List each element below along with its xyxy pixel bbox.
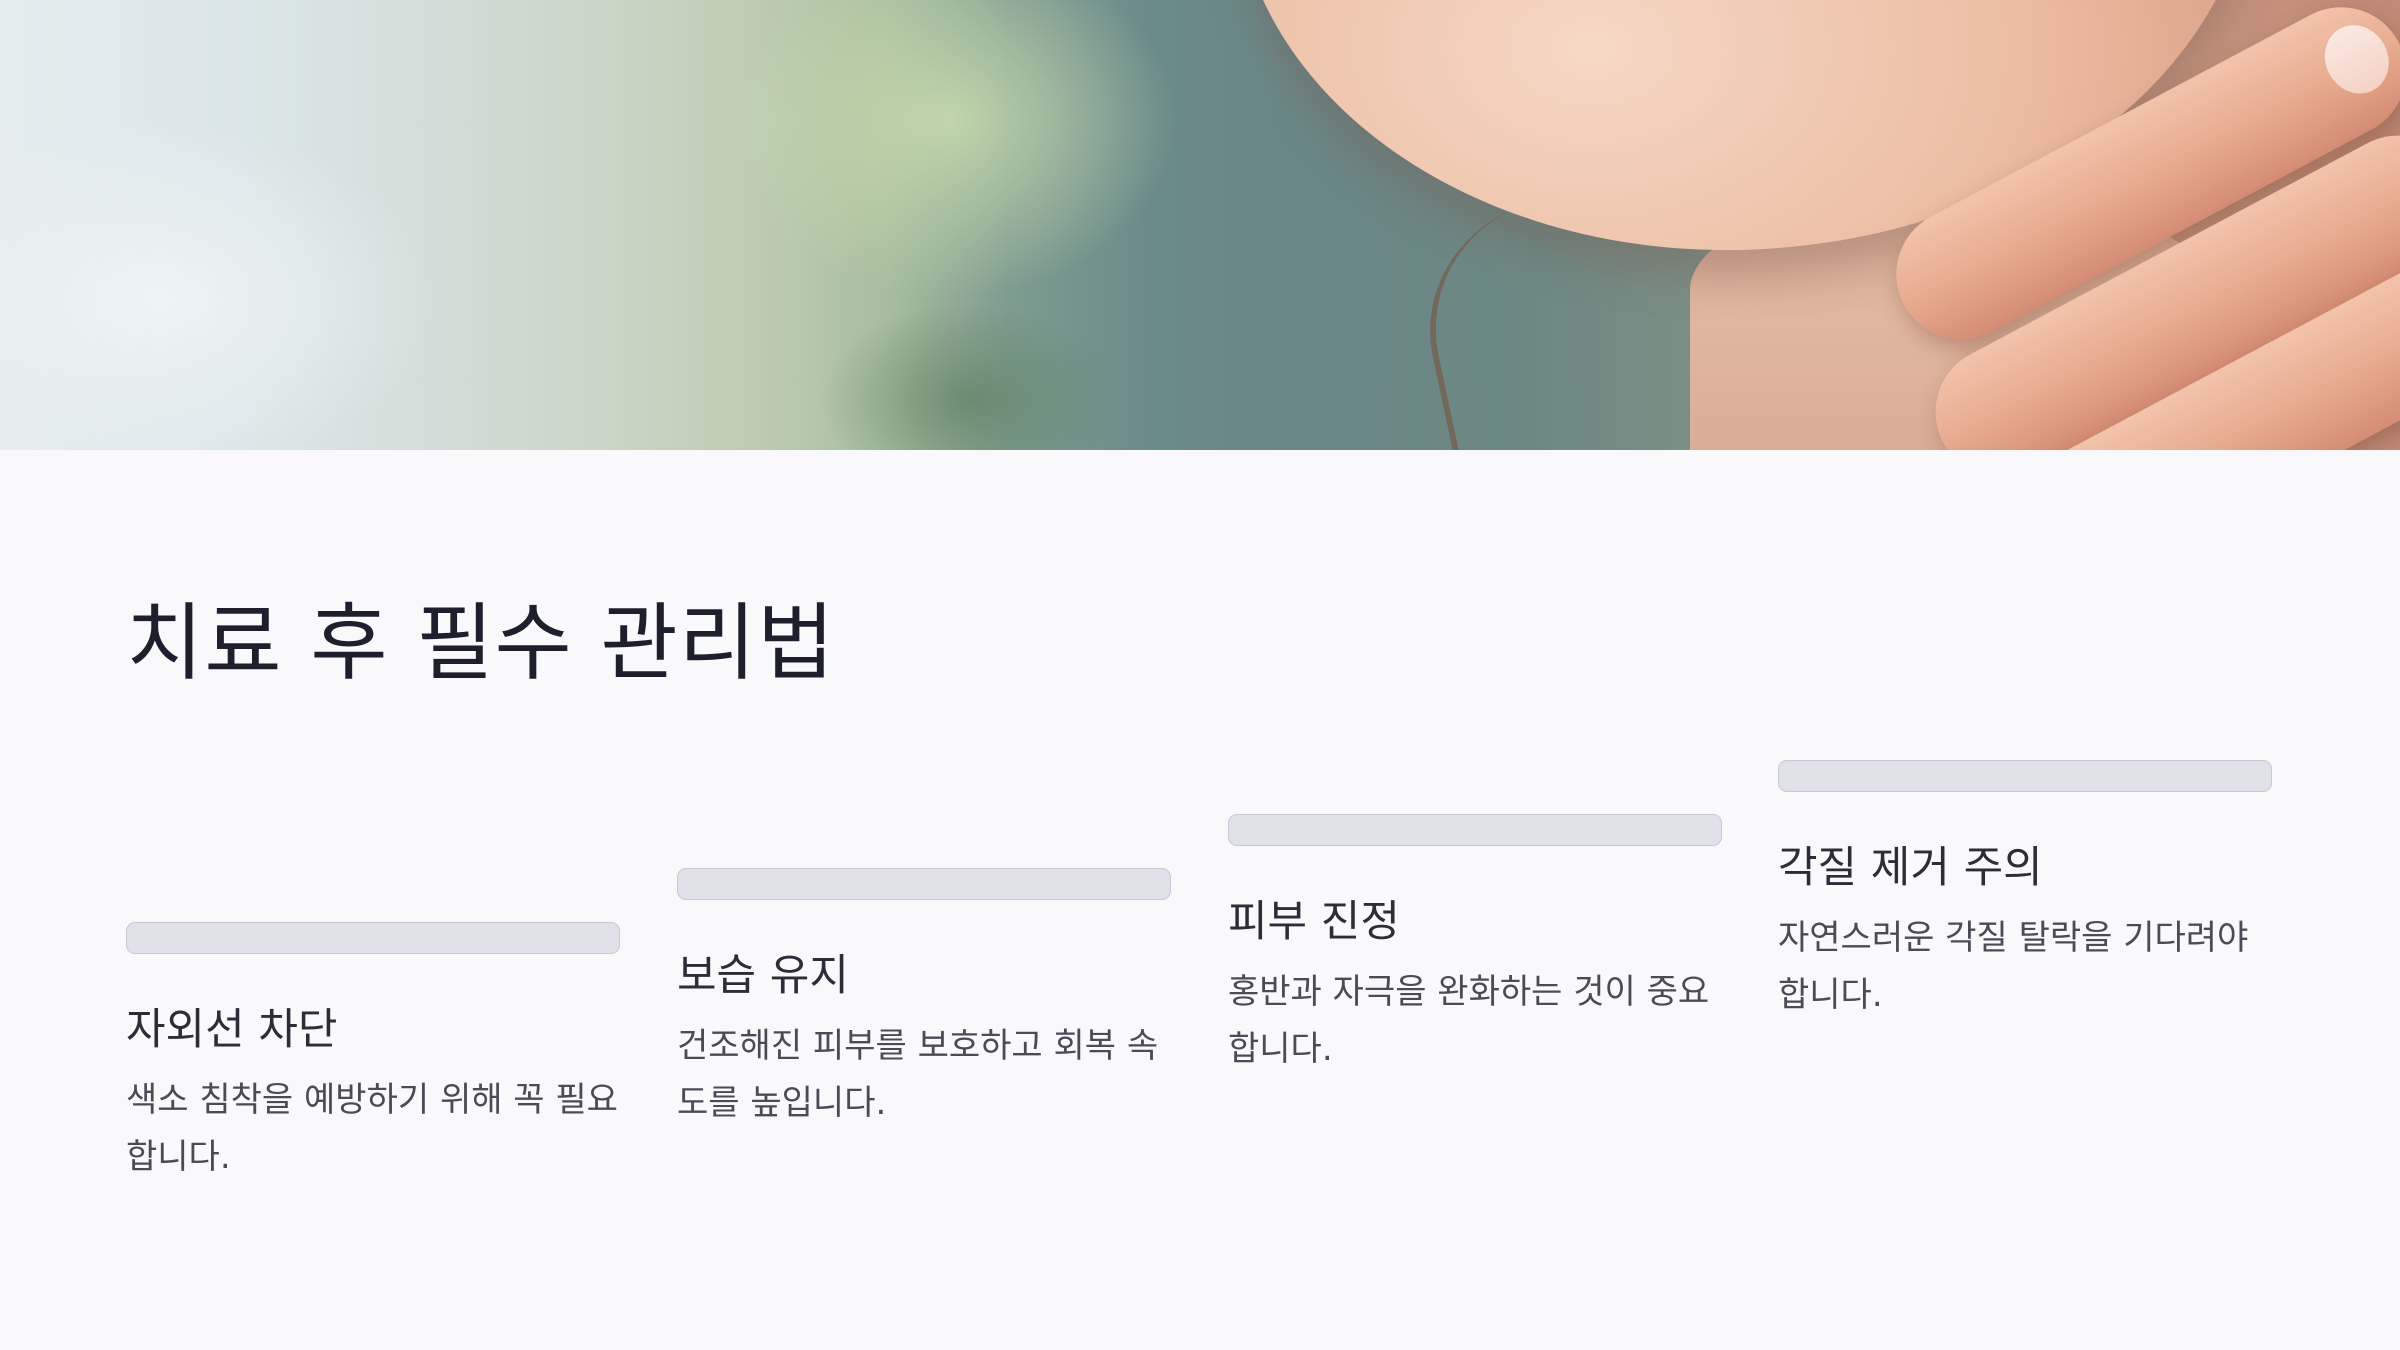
card-accent-bar (1778, 760, 2272, 792)
card-title: 각질 제거 주의 (1778, 843, 2043, 893)
card-description: 색소 침착을 예방하기 위해 꼭 필요합니다. (126, 1080, 618, 1177)
slide-title: 치료 후 필수 관리법 (126, 594, 836, 692)
card-accent-bar (677, 868, 1171, 900)
card-accent-bar (1228, 814, 1722, 846)
card-accent-bar (126, 922, 620, 954)
card-description: 건조해진 피부를 보호하고 회복 속도를 높입니다. (677, 1026, 1159, 1123)
background-blur-light (0, 120, 440, 450)
card-title: 보습 유지 (677, 951, 849, 1001)
hero-photo (0, 0, 2400, 450)
card-description: 홍반과 자극을 완화하는 것이 중요합니다. (1228, 972, 1710, 1069)
card-sun-protection: 자외선 차단 색소 침착을 예방하기 위해 꼭 필요합니다. (126, 922, 622, 1186)
card-description: 자연스러운 각질 탈락을 기다려야 합니다. (1778, 918, 2249, 1015)
background-blur-dark (820, 300, 1120, 450)
card-exfoliation-caution: 각질 제거 주의 자연스러운 각질 탈락을 기다려야 합니다. (1778, 760, 2274, 1024)
fingernail (2312, 13, 2400, 105)
card-title: 자외선 차단 (126, 1005, 338, 1055)
slide: 치료 후 필수 관리법 자외선 차단 색소 침착을 예방하기 위해 꼭 필요합니… (0, 0, 2400, 1350)
background-blur-green (720, 0, 1180, 300)
card-title: 피부 진정 (1228, 897, 1400, 947)
card-soothing: 피부 진정 홍반과 자극을 완화하는 것이 중요합니다. (1228, 814, 1724, 1078)
card-moisturizing: 보습 유지 건조해진 피부를 보호하고 회복 속도를 높입니다. (677, 868, 1173, 1132)
